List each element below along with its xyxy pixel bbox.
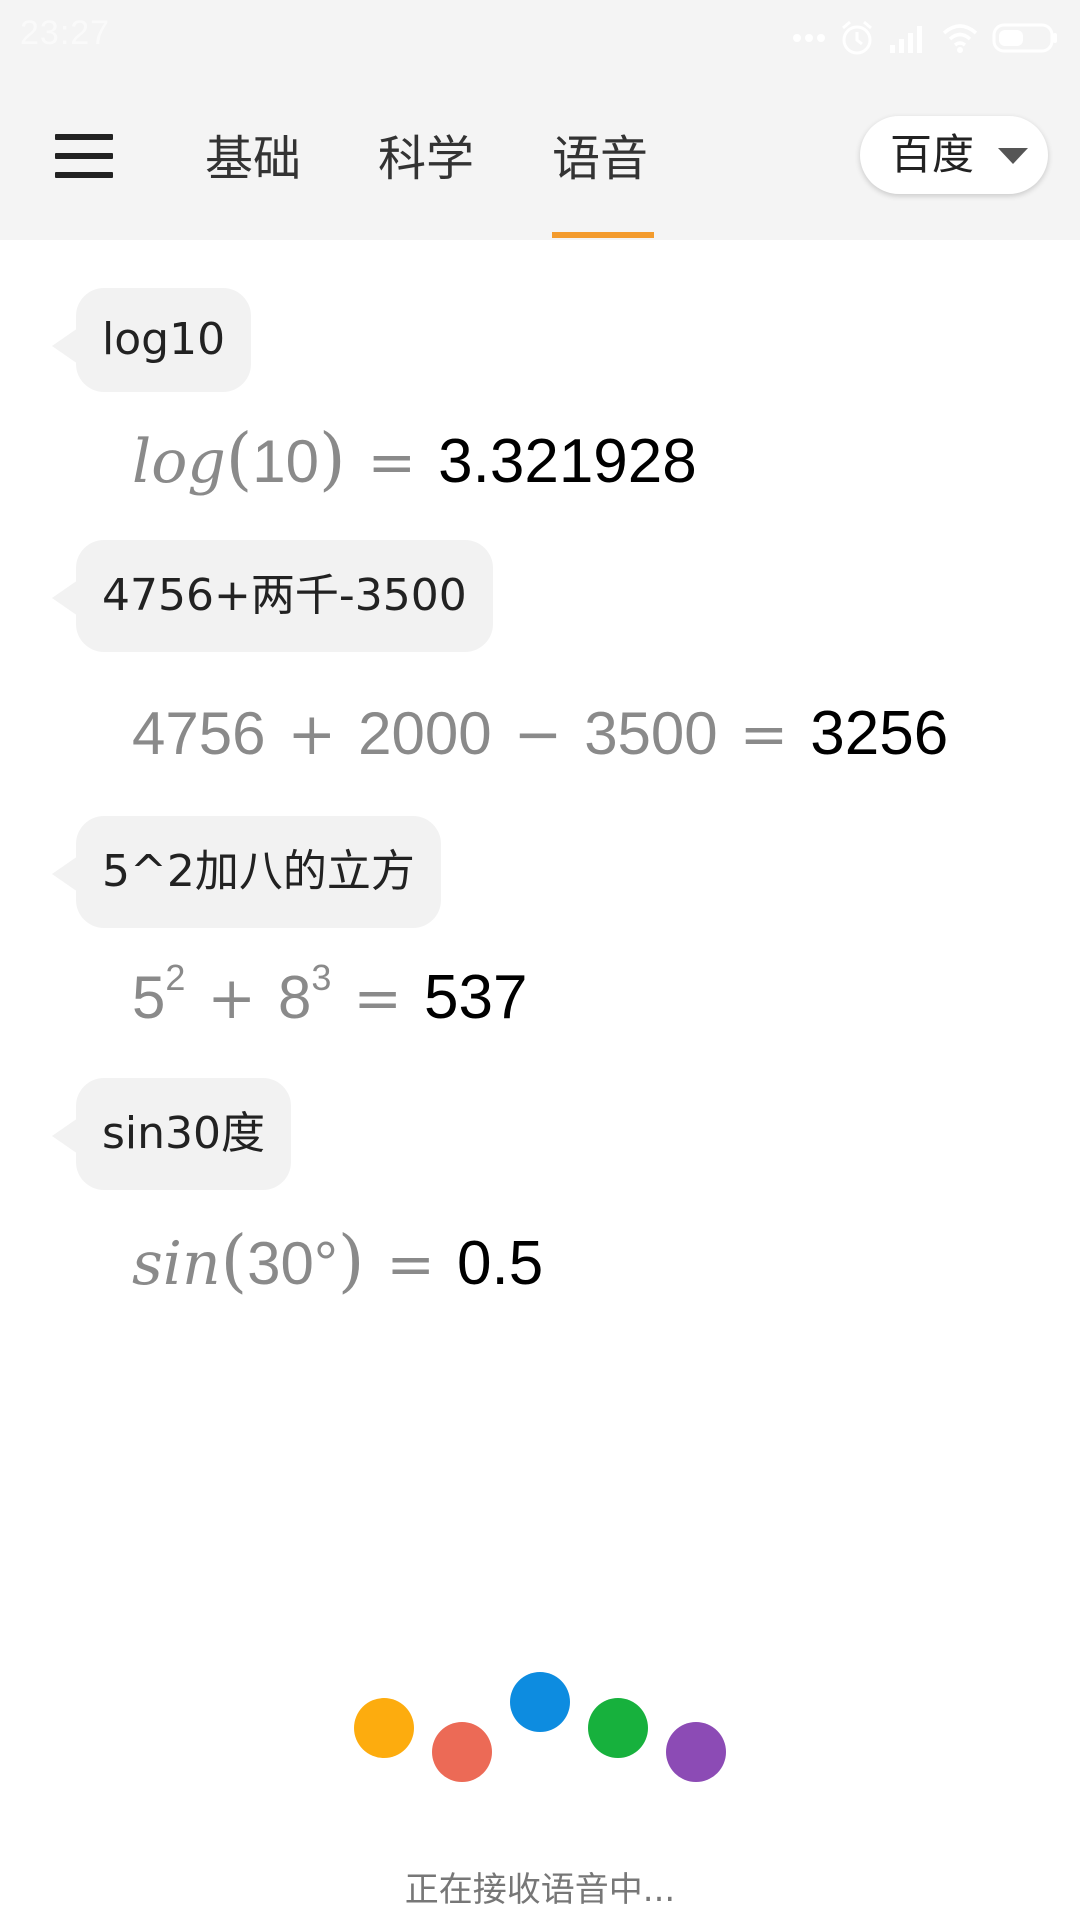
voice-query-text: sin30度: [102, 1108, 266, 1159]
alarm-icon: [842, 20, 872, 55]
tab-scientific[interactable]: 科学: [378, 124, 474, 194]
voice-query-text: 5^2加八的立方: [102, 846, 415, 897]
expr-close-paren: ): [319, 420, 346, 499]
voice-dot-green: [588, 1698, 648, 1758]
chevron-down-icon: [998, 148, 1028, 164]
engine-dropdown[interactable]: 百度: [860, 116, 1048, 194]
expr-function: log: [132, 427, 226, 497]
status-bar: 23:27: [0, 0, 1080, 76]
calc-result-row: log ( 10 ) = 3.321928: [132, 420, 697, 499]
top-bar: 基础 科学 语音 百度: [0, 76, 1080, 240]
calc-answer: 3.321928: [438, 427, 697, 496]
expr-operator: −: [513, 700, 563, 768]
calc-result-row: 4756 + 2000 − 3500 = 3256: [132, 698, 948, 769]
status-time: 23:27: [20, 14, 111, 52]
expr-base: 5: [132, 964, 166, 1031]
engine-selected-label: 百度: [890, 130, 975, 179]
status-icons: [792, 18, 1058, 58]
expr-close-paren: ): [337, 1222, 365, 1301]
wifi-icon: [942, 24, 978, 53]
expr-base: 8: [278, 964, 312, 1031]
voice-query-text: 4756+两千-3500: [102, 570, 467, 621]
expr-equals: =: [386, 1230, 436, 1298]
expr-open-paren: (: [220, 1222, 248, 1301]
tab-basic[interactable]: 基础: [205, 124, 301, 194]
hamburger-menu-icon[interactable]: [55, 134, 113, 178]
active-tab-indicator: [552, 232, 654, 238]
more-dots-icon: [793, 34, 825, 42]
expr-operand: 3500: [584, 700, 718, 767]
signal-icon: [890, 26, 922, 53]
expr-exponent: 3: [311, 957, 332, 998]
expr-function: sin: [132, 1229, 221, 1299]
expr-operator: +: [287, 700, 337, 768]
expr-exponent: 2: [165, 957, 186, 998]
voice-dot-yellow: [354, 1698, 414, 1758]
expr-equals: =: [353, 964, 403, 1032]
calc-answer: 0.5: [457, 1229, 544, 1298]
voice-query-text: log10: [102, 314, 226, 365]
voice-query-bubble: log10: [51, 288, 252, 392]
voice-query-bubble: 5^2加八的立方: [52, 816, 441, 928]
calc-result-row: 5 2 + 8 3 = 537: [132, 957, 528, 1033]
calc-answer: 3256: [810, 699, 949, 768]
expr-equals: =: [367, 428, 417, 496]
voice-dot-purple: [666, 1722, 726, 1782]
tab-voice[interactable]: 语音: [552, 124, 648, 194]
expr-operator: +: [207, 964, 257, 1032]
voice-dot-blue: [510, 1672, 570, 1732]
expr-argument: 10: [252, 428, 320, 495]
voice-status-text: 正在接收语音中...: [404, 1870, 676, 1910]
voice-query-bubble: 4756+两千-3500: [52, 540, 493, 652]
expr-operand: 4756: [132, 700, 266, 767]
expr-equals: =: [739, 700, 789, 768]
calc-answer: 537: [424, 963, 528, 1032]
battery-icon: [992, 23, 1057, 53]
expr-operand: 2000: [358, 700, 492, 767]
expr-open-paren: (: [225, 420, 253, 499]
calc-result-row: sin ( 30° ) = 0.5: [132, 1222, 543, 1301]
expr-argument: 30°: [247, 1230, 338, 1297]
voice-query-bubble: sin30度: [51, 1078, 292, 1190]
voice-dot-red: [432, 1722, 492, 1782]
